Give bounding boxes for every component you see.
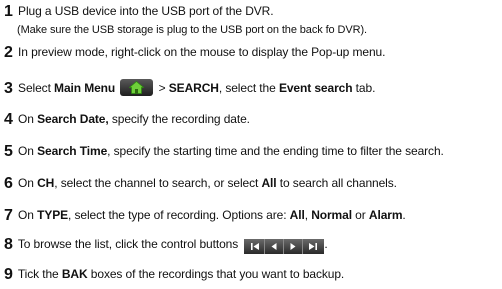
step-number: 3 xyxy=(4,80,13,97)
step-2: 2 In preview mode, right-click on the mo… xyxy=(4,44,385,61)
main-menu-term: Main Menu xyxy=(54,81,116,95)
step-number: 2 xyxy=(4,44,13,61)
step-8: 8 To browse the list, click the control … xyxy=(4,236,328,254)
step-9: 9 Tick the BAK boxes of the recordings t… xyxy=(4,266,344,283)
playback-control-buttons xyxy=(244,239,325,254)
step-number: 9 xyxy=(4,266,13,283)
step-text: , select the type of recording. Options … xyxy=(68,208,290,222)
all-option: All xyxy=(289,208,305,222)
search-time-term: Search Time xyxy=(37,144,108,158)
home-icon xyxy=(129,81,145,94)
step-text: , specify the starting time and the endi… xyxy=(107,144,444,158)
normal-option: Normal xyxy=(311,208,352,222)
step-text: . xyxy=(402,208,406,222)
instruction-page: 1 Plug a USB device into the USB port of… xyxy=(0,0,502,289)
step-text: On xyxy=(18,144,38,158)
step-number: 7 xyxy=(4,207,13,224)
previous-icon xyxy=(265,239,285,254)
step-text: tab. xyxy=(352,81,376,95)
step-number: 5 xyxy=(4,143,13,160)
step-5: 5 On Search Time, specify the starting t… xyxy=(4,143,444,160)
step-1-note: (Make sure the USB storage is plug to th… xyxy=(17,24,367,36)
step-1: 1 Plug a USB device into the USB port of… xyxy=(4,3,274,20)
all-term: All xyxy=(261,176,277,190)
skip-last-icon xyxy=(303,239,322,254)
step-text: Select xyxy=(18,81,55,95)
step-text: specify the recording date. xyxy=(108,112,250,126)
step-text: On xyxy=(18,176,38,190)
skip-first-icon xyxy=(246,239,266,254)
search-term: SEARCH xyxy=(168,81,219,95)
step-text: Tick the xyxy=(17,267,62,281)
step-text: To browse the list, click the control bu… xyxy=(17,237,239,251)
step-7: 7 On TYPE, select the type of recording.… xyxy=(4,207,406,224)
step-text: On xyxy=(18,112,38,126)
step-text: boxes of the recordings that you want to… xyxy=(87,267,345,281)
alarm-option: Alarm xyxy=(368,208,403,222)
step-text: or xyxy=(351,208,369,222)
next-icon xyxy=(284,239,304,254)
step-4: 4 On Search Date, specify the recording … xyxy=(4,111,250,128)
step-number: 8 xyxy=(4,236,13,253)
main-menu-home-button xyxy=(120,79,154,96)
step-number: 4 xyxy=(4,111,13,128)
step-number: 6 xyxy=(4,175,13,192)
step-text: . xyxy=(324,237,328,251)
search-date-term: Search Date, xyxy=(37,112,109,126)
step-6: 6 On CH, select the channel to search, o… xyxy=(4,175,397,192)
type-term: TYPE xyxy=(37,208,69,222)
step-text: Plug a USB device into the USB port of t… xyxy=(18,4,274,18)
step-text: to search all channels. xyxy=(276,176,397,190)
step-number: 1 xyxy=(4,3,13,20)
step-text: > xyxy=(155,81,169,95)
ch-term: CH xyxy=(37,176,55,190)
step-text: , select the channel to search, or selec… xyxy=(54,176,262,190)
event-search-term: Event search xyxy=(278,81,353,95)
step-text: On xyxy=(18,208,38,222)
step-text: , select the xyxy=(218,81,279,95)
bak-term: BAK xyxy=(61,267,88,281)
step-3: 3 Select Main Menu > SEARCH, select the … xyxy=(4,79,375,97)
step-text: In preview mode, right-click on the mous… xyxy=(18,45,386,59)
